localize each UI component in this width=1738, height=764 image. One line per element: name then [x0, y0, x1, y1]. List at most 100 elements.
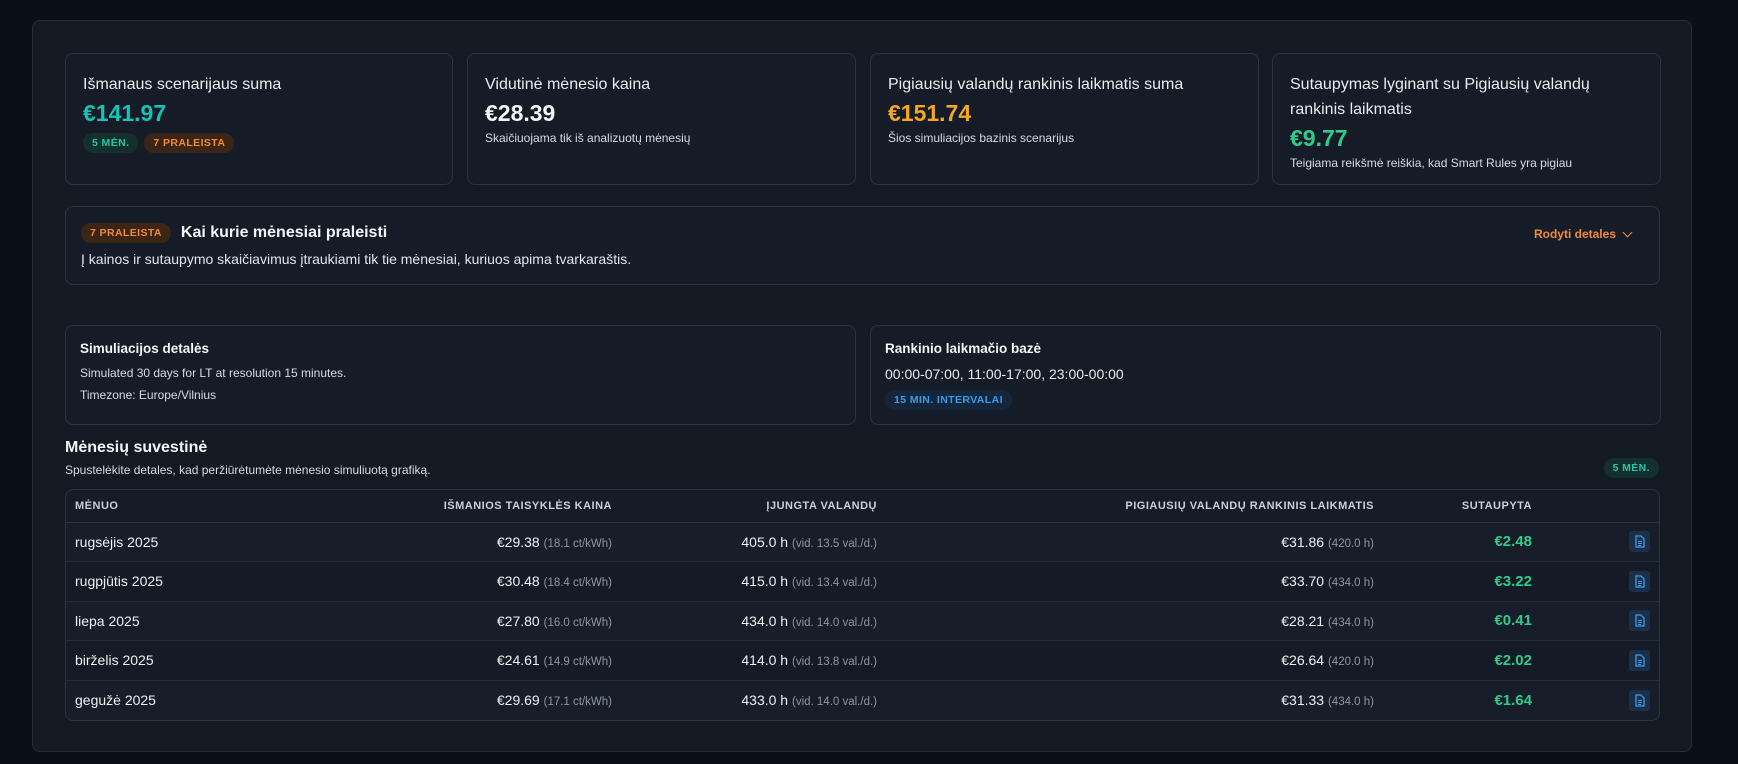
- smart-price: €27.80: [496, 612, 540, 629]
- manual-title: Rankinio laikmačio bazė: [885, 341, 1042, 356]
- hours-cell: 405.0 h (vid. 13.5 val./d.): [621, 522, 886, 562]
- hours-on: 433.0 h: [741, 692, 789, 708]
- month-cell: gegužė 2025: [75, 692, 156, 708]
- hours-on: 405.0 h: [741, 533, 789, 550]
- details-button[interactable]: [1629, 689, 1650, 711]
- smart-price-rate: (16.0 ct/kWh): [543, 616, 612, 629]
- manual-total-sub: Šios simuliacijos bazinis scenarijus: [888, 131, 1075, 145]
- smart-price-rate: (18.1 ct/kWh): [543, 537, 612, 550]
- hours-avg: (vid. 13.8 val./d.): [791, 656, 877, 669]
- smart-price: €30.48: [496, 573, 540, 590]
- manual-cell: €33.70 (434.0 h): [886, 561, 1383, 602]
- notice-description: Į kainos ir sutaupymo skaičiavimus įtrau…: [81, 251, 632, 267]
- smart-price: €29.69: [496, 692, 540, 708]
- document-icon: [1634, 535, 1645, 548]
- smart-price-rate: (18.4 ct/kWh): [543, 577, 612, 590]
- smart-price-rate: (17.1 ct/kWh): [543, 696, 612, 708]
- skipped-badge: 7 PRALEISTA: [144, 133, 235, 153]
- col-hours-on: ĮJUNGTA VALANDŲ: [621, 490, 886, 523]
- table-row: rugsėjis 2025 €29.38 (18.1 ct/kWh) 405.0 h…: [66, 522, 1659, 562]
- table-row: rugpjūtis 2025 €30.48 (18.4 ct/kWh) 415.0 …: [66, 561, 1659, 602]
- simulation-line1: Simulated 30 days for LT at resolution 1…: [80, 366, 347, 380]
- summary-title: Mėnesių suvestinė: [65, 439, 208, 456]
- notice-title: Kai kurie mėnesiai praleisti: [180, 224, 388, 241]
- saved-cell: €3.22: [1383, 561, 1541, 602]
- month-cell: rugpjūtis 2025: [66, 561, 291, 602]
- actions-cell: [1541, 561, 1659, 602]
- smart-price-cell: €29.69 (17.1 ct/kWh): [291, 680, 621, 720]
- actions-cell: [1541, 680, 1659, 720]
- simulation-title: Simuliacijos detalės: [80, 341, 210, 356]
- manual-cell: €28.21 (434.0 h): [886, 601, 1383, 641]
- manual-hours: (434.0 h): [1327, 696, 1374, 708]
- smart-price-cell: €30.48 (18.4 ct/kWh): [291, 561, 621, 602]
- simulation-details-card: Simuliacijos detalės Simulated 30 days f…: [65, 325, 856, 425]
- manual-cell: €31.86 (420.0 h): [886, 522, 1383, 562]
- interval-badge: 15 MIN. INTERVALAI: [885, 390, 1012, 410]
- manual-hours: (434.0 h): [1327, 616, 1374, 629]
- smart-total-label: Išmanaus scenarijaus suma: [83, 76, 282, 93]
- manual-price: €28.21: [1281, 612, 1325, 629]
- hours-avg: (vid. 14.0 val./d.): [791, 616, 877, 629]
- show-details-button[interactable]: Rodyti detales: [1533, 227, 1633, 241]
- saved-cell: €2.48: [1383, 522, 1541, 562]
- col-manual-timer: PIGIAUSIŲ VALANDŲ RANKINIS LAIKMATIS: [886, 490, 1383, 523]
- actions-cell: [1541, 601, 1659, 641]
- show-details-label: Rodyti detales: [1533, 227, 1616, 241]
- hours-on: 434.0 h: [741, 612, 789, 629]
- details-button[interactable]: [1629, 610, 1650, 632]
- smart-price-rate: (14.9 ct/kWh): [543, 656, 612, 669]
- document-icon: [1634, 614, 1645, 627]
- month-cell: liepa 2025: [66, 601, 291, 641]
- hours-avg: (vid. 13.5 val./d.): [791, 537, 877, 550]
- month-cell: rugsėjis 2025: [66, 522, 291, 562]
- hours-cell: 414.0 h (vid. 13.8 val./d.): [621, 640, 886, 681]
- hours-on: 414.0 h: [741, 652, 789, 669]
- manual-price: €31.86: [1281, 533, 1325, 550]
- chevron-down-icon: [1622, 227, 1633, 237]
- manual-price: €33.70: [1281, 573, 1325, 590]
- manual-hours: (420.0 h): [1327, 656, 1374, 669]
- table-row: birželis 2025 €24.61 (14.9 ct/kWh) 414.0 h…: [66, 640, 1659, 681]
- smart-total-card: Išmanaus scenarijaus suma €141.97 5 MĖN.…: [65, 53, 453, 185]
- document-icon: [1634, 693, 1645, 707]
- details-button[interactable]: [1629, 531, 1650, 553]
- hours-cell: 433.0 h (vid. 14.0 val./d.): [621, 680, 886, 720]
- manual-timer-card: Rankinio laikmačio bazė 00:00-07:00, 11:…: [870, 325, 1661, 425]
- savings-card: Sutaupymas lyginant su Pigiausių valandų…: [1272, 53, 1661, 185]
- details-button[interactable]: [1629, 649, 1650, 671]
- smart-total-value: €141.97: [83, 100, 167, 126]
- skipped-months-notice: 7 PRALEISTA Kai kurie mėnesiai praleisti…: [65, 206, 1660, 285]
- table-row: liepa 2025 €27.80 (16.0 ct/kWh) 434.0 h (v…: [66, 601, 1659, 641]
- manual-total-value: €151.74: [888, 100, 972, 126]
- actions-cell: [1541, 522, 1659, 562]
- actions-cell: [1541, 640, 1659, 681]
- document-icon: [1634, 654, 1645, 667]
- manual-price: €26.64: [1281, 652, 1325, 669]
- avg-month-card: Vidutinė mėnesio kaina €28.39 Skaičiuoja…: [467, 53, 856, 185]
- savings-value: €9.77: [1290, 125, 1348, 151]
- smart-price-cell: €29.38 (18.1 ct/kWh): [291, 522, 621, 562]
- results-panel: Išmanaus scenarijaus suma €141.97 5 MĖN.…: [32, 20, 1692, 752]
- manual-hours: (434.0 h): [1327, 577, 1374, 590]
- hours-on: 415.0 h: [741, 573, 789, 590]
- manual-cell: €31.33 (434.0 h): [886, 680, 1383, 720]
- smart-price: €29.38: [496, 533, 540, 550]
- avg-month-value: €28.39: [485, 100, 556, 126]
- saved-cell: €0.41: [1383, 601, 1541, 641]
- months-badge: 5 MĖN.: [83, 133, 139, 153]
- saved-cell: €2.02: [1383, 640, 1541, 681]
- summary-subtitle: Spustelėkite detales, kad peržiūrėtumėte…: [65, 463, 431, 477]
- manual-hours: (420.0 h): [1327, 537, 1374, 550]
- manual-cell: €26.64 (420.0 h): [886, 640, 1383, 681]
- hours-cell: 415.0 h (vid. 13.4 val./d.): [621, 561, 886, 602]
- smart-price: €24.61: [496, 652, 540, 669]
- smart-price-cell: €27.80 (16.0 ct/kWh): [291, 601, 621, 641]
- col-smart-price: IŠMANIOS TAISYKLĖS KAINA: [291, 490, 621, 523]
- document-icon: [1634, 575, 1645, 588]
- manual-total-label: Pigiausių valandų rankinis laikmatis sum…: [888, 76, 1184, 93]
- saved-cell: €1.64: [1494, 691, 1532, 709]
- col-saved: SUTAUPYTA: [1383, 490, 1541, 523]
- hours-avg: (vid. 14.0 val./d.): [791, 696, 877, 708]
- details-button[interactable]: [1629, 570, 1650, 592]
